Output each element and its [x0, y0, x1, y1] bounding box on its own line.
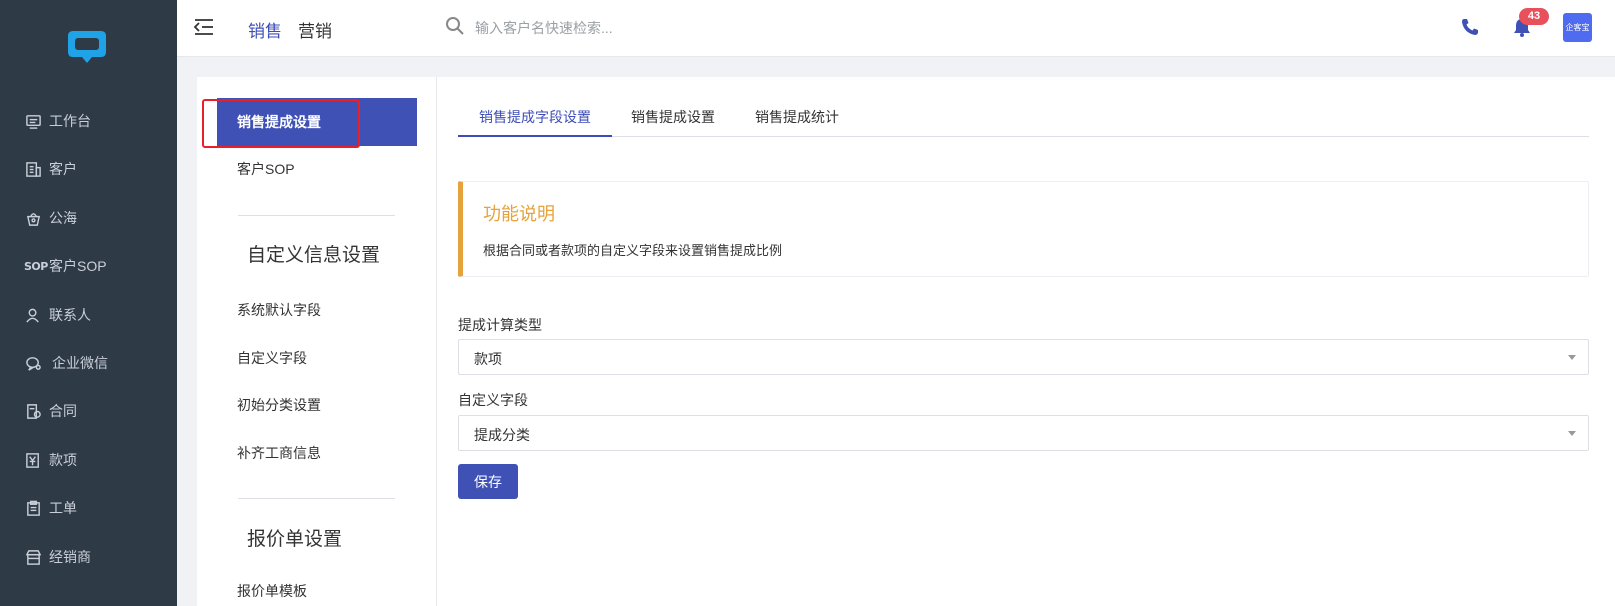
top-tab-sales[interactable]: 销售 [248, 17, 282, 42]
nav-item-dealer[interactable]: 经销商 [24, 544, 91, 570]
settings-nav-item-custom-fields[interactable]: 自定义字段 [197, 334, 417, 382]
nav-item-label: 工作台 [49, 113, 91, 129]
info-text: 根据合同或者款项的自定义字段来设置销售提成比例 [483, 243, 783, 258]
settings-nav-item-default-fields[interactable]: 系统默认字段 [197, 286, 417, 334]
field-label-custom-field: 自定义字段 [458, 392, 528, 408]
section-heading-custom-info: 自定义信息设置 [247, 245, 381, 266]
custom-field-select[interactable]: 提成分类 [458, 415, 1589, 451]
settings-nav-item-customer-sop[interactable]: 客户SOP [197, 145, 417, 193]
person-icon [24, 306, 42, 324]
save-button[interactable]: 保存 [458, 464, 518, 499]
main-sidebar: 工作台 客户 公海 SOP 客户SOP 联系人 企业微信 合同 款项 工单 经销… [0, 0, 177, 606]
nav-item-label: 款项 [49, 452, 77, 468]
caret-down-icon [1568, 355, 1576, 360]
clipboard-icon [24, 499, 42, 517]
avatar[interactable]: 企客宝 [1563, 13, 1592, 42]
nav-item-payment[interactable]: 款项 [24, 447, 77, 473]
menu-fold-icon[interactable] [193, 17, 215, 37]
nav-item-customer[interactable]: 客户 [24, 156, 77, 182]
settings-nav-item-business-info[interactable]: 补齐工商信息 [197, 429, 417, 477]
app-logo [68, 31, 106, 63]
nav-item-label: 客户 [49, 161, 77, 177]
nav-item-contacts[interactable]: 联系人 [24, 302, 91, 328]
section-heading-quotation: 报价单设置 [247, 529, 343, 550]
notification-badge: 43 [1519, 8, 1549, 25]
nav-item-label: 企业微信 [52, 355, 108, 371]
monitor-icon [24, 112, 42, 130]
top-header: 销售 营销 43 企客宝 [177, 0, 1615, 57]
nav-item-label: 客户SOP [49, 258, 107, 274]
nav-item-label: 合同 [49, 403, 77, 419]
nav-item-label: 工单 [49, 500, 77, 516]
nav-item-label: 公海 [49, 210, 77, 226]
divider [238, 215, 395, 216]
field-label-calc-type: 提成计算类型 [458, 317, 542, 333]
settings-nav: 销售提成设置 客户SOP 自定义信息设置 系统默认字段 自定义字段 初始分类设置… [197, 77, 437, 606]
caret-down-icon [1568, 431, 1576, 436]
nav-item-label: 经销商 [49, 549, 91, 565]
divider [238, 498, 395, 499]
nav-item-public-pool[interactable]: 公海 [24, 205, 77, 231]
settings-nav-item-quotation-template[interactable]: 报价单模板 [197, 567, 417, 606]
tab-commission-stats[interactable]: 销售提成统计 [734, 99, 860, 137]
calc-type-select[interactable]: 款项 [458, 339, 1589, 375]
chat-icon [24, 354, 42, 372]
phone-icon[interactable] [1460, 17, 1480, 37]
content-card: 销售提成设置 客户SOP 自定义信息设置 系统默认字段 自定义字段 初始分类设置… [197, 77, 1615, 606]
sop-icon: SOP [24, 259, 48, 273]
store-icon [24, 548, 42, 566]
settings-nav-item-commission[interactable]: 销售提成设置 [217, 98, 417, 146]
building-icon [24, 160, 42, 178]
info-title: 功能说明 [483, 204, 555, 224]
nav-item-workbench[interactable]: 工作台 [24, 108, 91, 134]
nav-item-contract[interactable]: 合同 [24, 398, 77, 424]
yen-icon [24, 451, 42, 469]
search-icon [446, 17, 464, 35]
tab-commission-field[interactable]: 销售提成字段设置 [458, 99, 612, 137]
contract-icon [24, 402, 42, 420]
select-value: 款项 [474, 351, 502, 367]
select-value: 提成分类 [474, 427, 530, 443]
basket-icon [24, 209, 42, 227]
settings-nav-item-initial-category[interactable]: 初始分类设置 [197, 381, 417, 429]
nav-item-ticket[interactable]: 工单 [24, 495, 77, 521]
nav-item-customer-sop[interactable]: SOP 客户SOP [24, 253, 107, 279]
nav-item-label: 联系人 [49, 307, 91, 323]
info-box: 功能说明 根据合同或者款项的自定义字段来设置销售提成比例 [458, 181, 1589, 277]
customer-search-input[interactable] [475, 14, 775, 42]
top-tab-marketing[interactable]: 营销 [298, 17, 332, 42]
settings-tabs: 销售提成字段设置 销售提成设置 销售提成统计 [458, 99, 1589, 137]
tab-commission-settings[interactable]: 销售提成设置 [610, 99, 736, 137]
nav-item-wecom[interactable]: 企业微信 [24, 350, 108, 376]
